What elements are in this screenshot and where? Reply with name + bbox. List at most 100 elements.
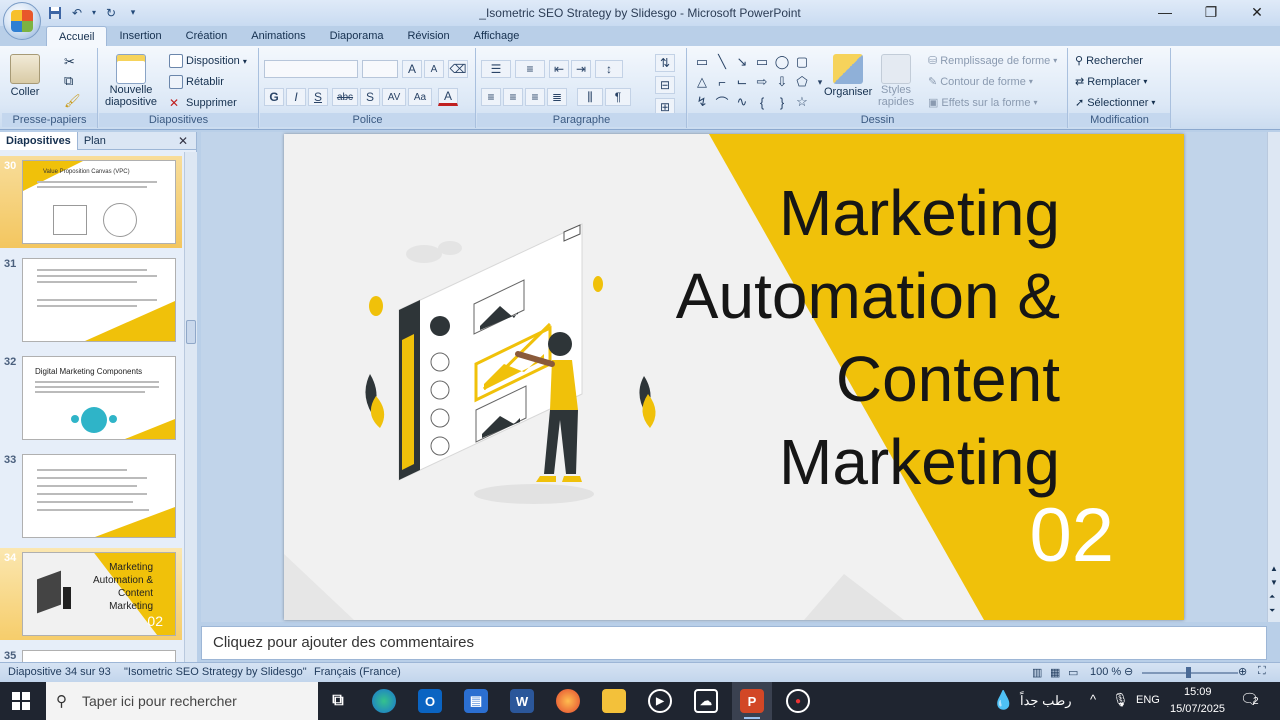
tab-diaporama[interactable]: Diaporama <box>318 26 396 46</box>
triangle-shape-icon[interactable]: △ <box>694 74 710 90</box>
freeform-shape-icon[interactable]: ∿ <box>734 94 750 110</box>
slideshow-icon[interactable]: ▭ <box>1068 666 1078 679</box>
rectangle-shape-icon[interactable]: ▭ <box>754 54 770 70</box>
shape-fill-button[interactable]: ⛁ Remplissage de forme ▾ <box>928 54 1057 68</box>
char-spacing-button[interactable]: AV <box>382 88 406 106</box>
zoom-slider-handle[interactable] <box>1186 667 1191 678</box>
previous-slide-icon[interactable]: ⏶ <box>1269 592 1275 602</box>
firefox-icon[interactable] <box>556 689 580 713</box>
cut-icon[interactable]: ✂ <box>64 54 75 70</box>
slide-section-number[interactable]: 02 <box>1029 492 1114 579</box>
align-left-icon[interactable]: ≡ <box>481 88 501 106</box>
language-indicator[interactable]: Français (France) <box>314 666 401 678</box>
slide-thumbnail-31[interactable]: 31 <box>0 254 182 346</box>
current-slide[interactable]: Marketing Automation & Content Marketing… <box>284 134 1184 620</box>
media-player-icon[interactable]: ▶ <box>648 689 672 713</box>
italic-button[interactable]: I <box>286 88 306 106</box>
pentagon-shape-icon[interactable]: ⬠ <box>794 74 810 90</box>
tab-affichage[interactable]: Affichage <box>462 26 532 46</box>
left-brace-shape-icon[interactable]: { <box>754 94 770 110</box>
word-icon[interactable]: W <box>510 689 534 713</box>
shape-outline-button[interactable]: ✎ Contour de forme ▾ <box>928 75 1033 89</box>
tab-accueil[interactable]: Accueil <box>46 26 108 46</box>
input-language[interactable]: ENG <box>1136 694 1160 706</box>
theme-name[interactable]: "Isometric SEO Strategy by Slidesgo" <box>124 666 307 678</box>
windows-start-icon[interactable] <box>12 692 30 710</box>
shape-effects-button[interactable]: ▣ Effets sur la forme ▾ <box>928 96 1037 110</box>
office-button[interactable] <box>3 2 41 40</box>
text-direction-icon[interactable]: ⇅ <box>655 54 675 72</box>
tab-animations[interactable]: Animations <box>239 26 317 46</box>
fit-slide-icon[interactable]: ⛶ <box>1258 665 1266 678</box>
tab-revision[interactable]: Révision <box>395 26 461 46</box>
scrollbar-thumb[interactable] <box>186 320 196 344</box>
align-text-icon[interactable]: ⊟ <box>655 76 675 94</box>
slide-thumbnail-32[interactable]: 32 Digital Marketing Components <box>0 352 182 444</box>
decrease-indent-icon[interactable]: ⇤ <box>549 60 569 78</box>
normal-view-icon[interactable]: ▥ <box>1032 666 1042 679</box>
change-case-button[interactable]: Aa <box>408 88 432 106</box>
store-icon[interactable]: ▤ <box>464 689 488 713</box>
grow-font-icon[interactable]: A <box>402 60 422 78</box>
task-view-icon[interactable]: ⧉ <box>326 689 350 713</box>
shadow-button[interactable]: S <box>360 88 380 106</box>
right-brace-shape-icon[interactable]: } <box>774 94 790 110</box>
font-size-select[interactable] <box>362 60 398 78</box>
close-icon[interactable]: ✕ <box>178 134 188 148</box>
elbow-connector-shape-icon[interactable]: ⌐ <box>714 74 730 90</box>
retablir-button[interactable]: Rétablir <box>169 75 224 89</box>
slide-thumbnail-30[interactable]: 30 Value Proposition Canvas (VPC) <box>0 156 182 248</box>
slide-title[interactable]: Marketing Automation & Content Marketing <box>540 172 1060 504</box>
columns-icon[interactable]: ⫼ <box>577 88 603 106</box>
align-right-icon[interactable]: ≡ <box>525 88 545 106</box>
font-color-button[interactable]: A <box>438 88 458 106</box>
font-family-select[interactable] <box>264 60 358 78</box>
copy-icon[interactable]: ⧉ <box>64 73 73 89</box>
organiser-button[interactable]: Organiser <box>824 54 872 98</box>
selectionner-button[interactable]: ➚ Sélectionner ▾ <box>1075 96 1155 110</box>
star-shape-icon[interactable]: ☆ <box>794 94 810 110</box>
bullets-icon[interactable]: ☰ <box>481 60 511 78</box>
tab-insertion[interactable]: Insertion <box>107 26 173 46</box>
curve-shape-icon[interactable]: ↯ <box>694 94 710 110</box>
arrow-line-shape-icon[interactable]: ↘ <box>734 54 750 70</box>
zoom-level[interactable]: 100 % <box>1090 666 1121 678</box>
slide-thumbnail-33[interactable]: 33 <box>0 450 182 542</box>
remplacer-button[interactable]: ⇄ Remplacer ▾ <box>1075 75 1147 89</box>
numbering-icon[interactable]: ≡ <box>515 60 545 78</box>
clear-format-icon[interactable]: ⌫ <box>448 60 468 78</box>
bold-button[interactable]: G <box>264 88 284 106</box>
clock-date[interactable]: 15/07/2025 <box>1170 703 1225 715</box>
outlook-icon[interactable]: O <box>418 689 442 713</box>
tab-creation[interactable]: Création <box>174 26 240 46</box>
file-explorer-icon[interactable] <box>602 689 626 713</box>
weather-text[interactable]: رطب جداً <box>1020 693 1071 709</box>
weather-icon[interactable]: 💧 <box>992 690 1014 711</box>
taskbar-search-box[interactable]: ⚲ Taper ici pour rechercher <box>46 682 318 720</box>
slides-panel-scrollbar[interactable] <box>184 152 197 662</box>
right-arrow-shape-icon[interactable]: ⇨ <box>754 74 770 90</box>
format-painter-icon[interactable]: 🖌 <box>64 93 81 109</box>
next-slide-icon[interactable]: ⏷ <box>1269 606 1275 616</box>
supprimer-button[interactable]: ✕ Supprimer <box>169 96 237 110</box>
close-button[interactable]: ✕ <box>1234 0 1280 24</box>
shrink-font-icon[interactable]: A <box>424 60 444 78</box>
scroll-down-arrow-icon[interactable]: ▼ <box>1270 578 1278 587</box>
new-slide-button[interactable]: Nouvelle diapositive <box>105 54 157 108</box>
slide-thumbnail-34[interactable]: 34 Marketing Automation & Content Market… <box>0 548 182 640</box>
disposition-button[interactable]: Disposition ▾ <box>169 54 247 68</box>
line-spacing-icon[interactable]: ↕ <box>595 60 623 78</box>
arc-shape-icon[interactable]: ⌒ <box>714 94 730 111</box>
slide-sorter-icon[interactable]: ▦ <box>1050 666 1060 679</box>
powerpoint-icon[interactable]: P <box>740 689 764 713</box>
connector-shape-icon[interactable]: ⌙ <box>734 74 750 90</box>
rounded-rect-shape-icon[interactable]: ▢ <box>794 54 810 70</box>
textbox-shape-icon[interactable]: ▭ <box>694 54 710 70</box>
tab-plan[interactable]: Plan <box>78 132 112 150</box>
slide-scrollbar[interactable]: ▲ ▼ ⏶ ⏷ <box>1267 132 1280 622</box>
rechercher-button[interactable]: ⚲ Rechercher <box>1075 54 1143 68</box>
minimize-button[interactable]: — <box>1142 0 1188 24</box>
onedrive-icon[interactable]: ☁ <box>694 689 718 713</box>
underline-button[interactable]: S <box>308 88 328 106</box>
slide-thumbnail-35[interactable]: 35 <box>0 646 182 662</box>
